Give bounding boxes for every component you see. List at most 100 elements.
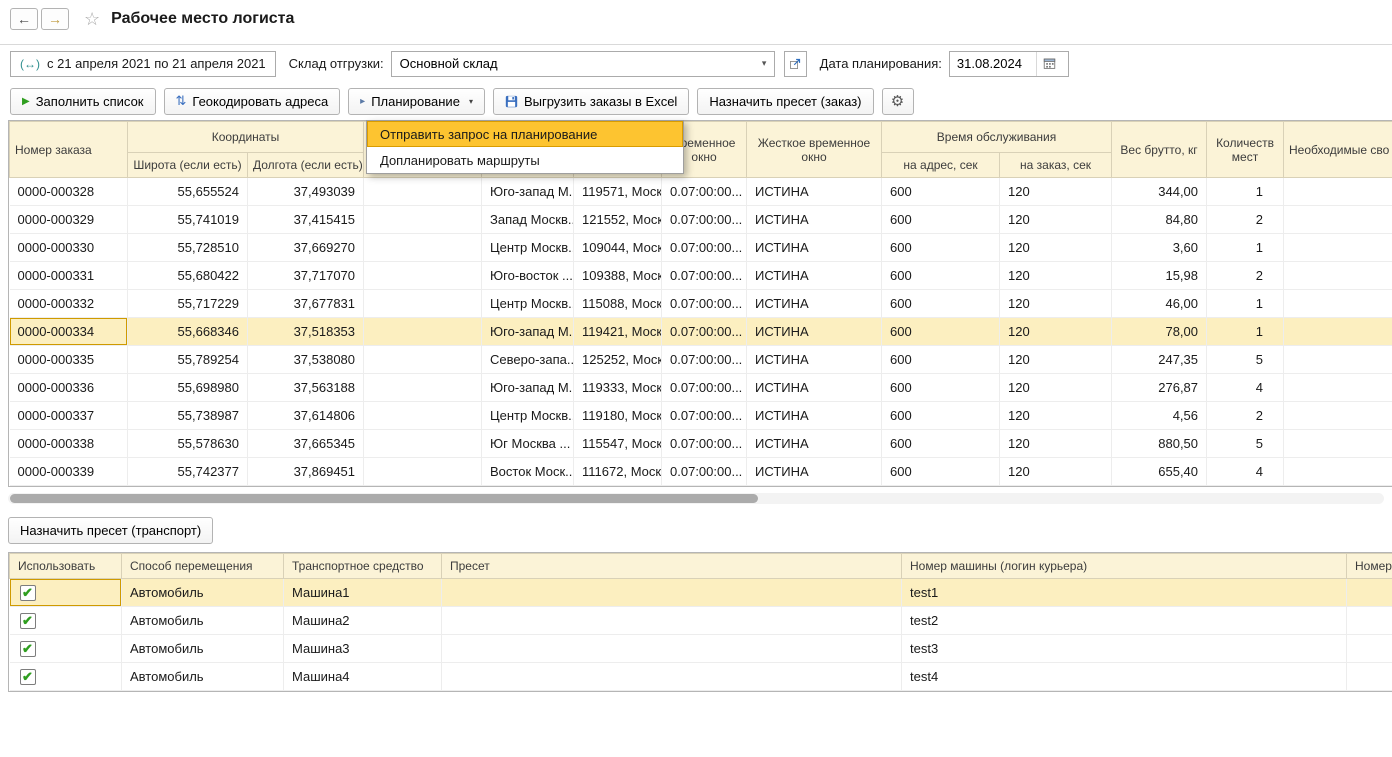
use-checkbox[interactable]: ✔ — [20, 585, 36, 601]
cell-latitude[interactable]: 55,655524 — [128, 178, 248, 206]
cell-address[interactable]: 119180, Москв... — [574, 402, 662, 430]
calendar-button[interactable] — [1036, 52, 1062, 76]
col-car-number-login[interactable]: Номер машины (логин курьера) — [902, 554, 1347, 579]
use-checkbox[interactable]: ✔ — [20, 613, 36, 629]
cell-zone[interactable]: Юг Москва ... — [482, 430, 574, 458]
cell-per-order[interactable]: 120 — [1000, 262, 1112, 290]
cell-preset[interactable] — [442, 635, 902, 663]
menu-item-send-planning-request[interactable]: Отправить запрос на планирование — [367, 121, 683, 147]
cell-latitude[interactable]: 55,742377 — [128, 458, 248, 486]
cell-weight[interactable]: 276,87 — [1112, 374, 1207, 402]
cell-longitude[interactable]: 37,493039 — [248, 178, 364, 206]
cell-longitude[interactable]: 37,518353 — [248, 318, 364, 346]
period-field[interactable]: (↔) с 21 апреля 2021 по 21 апреля 2021 — [10, 51, 276, 77]
cell-places[interactable]: 1 — [1207, 234, 1284, 262]
cell-required-props[interactable] — [1284, 262, 1392, 290]
cell-longitude[interactable]: 37,717070 — [248, 262, 364, 290]
cell-per-address[interactable]: 600 — [882, 262, 1000, 290]
cell-hidden[interactable] — [364, 178, 482, 206]
cell-move-method[interactable]: Автомобиль — [122, 635, 284, 663]
col-service-time[interactable]: Время обслуживания — [882, 122, 1112, 153]
cell-hidden[interactable] — [364, 290, 482, 318]
cell-zone[interactable]: Юго-запад М... — [482, 374, 574, 402]
cell-per-address[interactable]: 600 — [882, 234, 1000, 262]
col-per-order[interactable]: на заказ, сек — [1000, 153, 1112, 178]
col-coordinates[interactable]: Координаты — [128, 122, 364, 153]
cell-preset[interactable] — [442, 607, 902, 635]
cell-zone[interactable]: Восток Моск... — [482, 458, 574, 486]
cell-per-order[interactable]: 120 — [1000, 178, 1112, 206]
cell-hidden[interactable] — [364, 234, 482, 262]
cell-number[interactable] — [1347, 663, 1392, 691]
cell-address[interactable]: 125252, Москв... — [574, 346, 662, 374]
transport-row-selected[interactable]: ✔ Автомобиль Машина1 test1 — [10, 579, 1392, 607]
cell-latitude[interactable]: 55,789254 — [128, 346, 248, 374]
cell-required-props[interactable] — [1284, 402, 1392, 430]
cell-weight[interactable]: 3,60 — [1112, 234, 1207, 262]
cell-longitude[interactable]: 37,563188 — [248, 374, 364, 402]
cell-required-props[interactable] — [1284, 318, 1392, 346]
cell-hard-window[interactable]: ИСТИНА — [747, 234, 882, 262]
horizontal-scrollbar[interactable] — [8, 493, 1384, 504]
order-row[interactable]: 0000-000336 55,698980 37,563188 Юго-запа… — [10, 374, 1392, 402]
col-latitude[interactable]: Широта (если есть) — [128, 153, 248, 178]
cell-required-props[interactable] — [1284, 290, 1392, 318]
cell-time-window[interactable]: 0.07:00:00... — [662, 178, 747, 206]
cell-zone[interactable]: Запад Москв... — [482, 206, 574, 234]
back-button[interactable]: ← — [10, 8, 38, 30]
cell-time-window[interactable]: 0.07:00:00... — [662, 430, 747, 458]
col-number[interactable]: Номер — [1347, 554, 1392, 579]
cell-car-number-login[interactable]: test1 — [902, 579, 1347, 607]
cell-per-order[interactable]: 120 — [1000, 234, 1112, 262]
use-checkbox[interactable]: ✔ — [20, 669, 36, 685]
cell-order-no[interactable]: 0000-000328 — [10, 178, 128, 206]
cell-weight[interactable]: 344,00 — [1112, 178, 1207, 206]
cell-time-window[interactable]: 0.07:00:00... — [662, 262, 747, 290]
cell-weight[interactable]: 4,56 — [1112, 402, 1207, 430]
cell-zone[interactable]: Северо-запа... — [482, 346, 574, 374]
cell-per-address[interactable]: 600 — [882, 178, 1000, 206]
col-longitude[interactable]: Долгота (если есть) — [248, 153, 364, 178]
menu-item-replan-routes[interactable]: Допланировать маршруты — [367, 147, 683, 173]
order-row[interactable]: 0000-000339 55,742377 37,869451 Восток М… — [10, 458, 1392, 486]
cell-time-window[interactable]: 0.07:00:00... — [662, 290, 747, 318]
cell-per-order[interactable]: 120 — [1000, 374, 1112, 402]
cell-address[interactable]: 109388, Москв... — [574, 262, 662, 290]
cell-time-window[interactable]: 0.07:00:00... — [662, 458, 747, 486]
order-row[interactable]: 0000-000337 55,738987 37,614806 Центр Мо… — [10, 402, 1392, 430]
cell-latitude[interactable]: 55,738987 — [128, 402, 248, 430]
cell-order-no[interactable]: 0000-000334 — [10, 318, 128, 346]
transport-row[interactable]: ✔ Автомобиль Машина4 test4 — [10, 663, 1392, 691]
warehouse-combo[interactable]: ▾ — [391, 51, 775, 77]
cell-address[interactable]: 119421, Москв... — [574, 318, 662, 346]
cell-longitude[interactable]: 37,869451 — [248, 458, 364, 486]
cell-address[interactable]: 109044, Москв... — [574, 234, 662, 262]
cell-places[interactable]: 4 — [1207, 374, 1284, 402]
warehouse-open-button[interactable] — [784, 51, 807, 77]
cell-longitude[interactable]: 37,665345 — [248, 430, 364, 458]
col-required-props[interactable]: Необходимые сво — [1284, 122, 1392, 178]
cell-order-no[interactable]: 0000-000338 — [10, 430, 128, 458]
cell-vehicle[interactable]: Машина2 — [284, 607, 442, 635]
cell-time-window[interactable]: 0.07:00:00... — [662, 346, 747, 374]
cell-hard-window[interactable]: ИСТИНА — [747, 206, 882, 234]
cell-zone[interactable]: Центр Москв... — [482, 402, 574, 430]
cell-hidden[interactable] — [364, 206, 482, 234]
cell-use[interactable]: ✔ — [10, 663, 122, 691]
col-per-address[interactable]: на адрес, сек — [882, 153, 1000, 178]
cell-preset[interactable] — [442, 579, 902, 607]
cell-per-address[interactable]: 600 — [882, 430, 1000, 458]
export-excel-button[interactable]: Выгрузить заказы в Excel — [493, 88, 689, 115]
cell-time-window[interactable]: 0.07:00:00... — [662, 374, 747, 402]
assign-preset-order-button[interactable]: Назначить пресет (заказ) — [697, 88, 873, 115]
cell-per-address[interactable]: 600 — [882, 318, 1000, 346]
cell-hidden[interactable] — [364, 430, 482, 458]
cell-address[interactable]: 111672, Москв... — [574, 458, 662, 486]
cell-use[interactable]: ✔ — [10, 635, 122, 663]
cell-per-order[interactable]: 120 — [1000, 402, 1112, 430]
cell-weight[interactable]: 46,00 — [1112, 290, 1207, 318]
settings-button[interactable]: ⚙ — [882, 88, 914, 115]
order-row[interactable]: 0000-000331 55,680422 37,717070 Юго-вост… — [10, 262, 1392, 290]
cell-hard-window[interactable]: ИСТИНА — [747, 290, 882, 318]
cell-weight[interactable]: 247,35 — [1112, 346, 1207, 374]
